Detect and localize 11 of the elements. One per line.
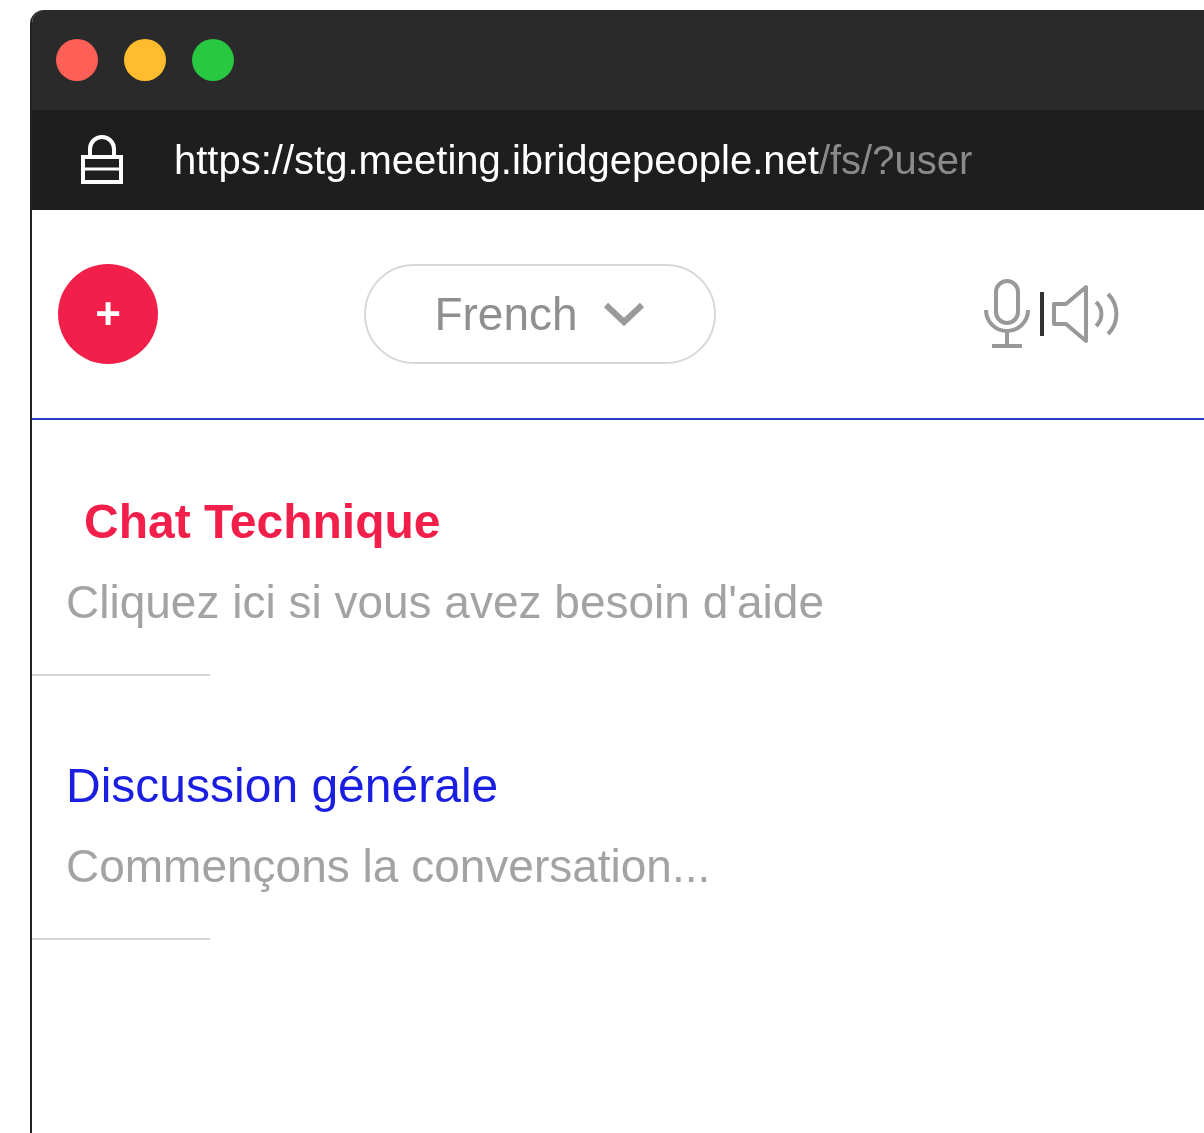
chevron-down-icon: [601, 301, 646, 327]
zoom-button[interactable]: [192, 39, 234, 81]
lock-icon: [80, 135, 124, 185]
language-dropdown[interactable]: French: [364, 264, 716, 364]
minimize-button[interactable]: [124, 39, 166, 81]
add-button[interactable]: +: [58, 264, 158, 364]
chat-title[interactable]: Discussion générale: [32, 756, 1204, 816]
chat-subtitle: Commençons la conversation...: [65, 839, 712, 894]
chat-subtitle: Cliquez ici si vous avez besoin d'aide: [65, 575, 825, 630]
chat-title[interactable]: Chat Technique: [32, 492, 1204, 552]
close-button[interactable]: [56, 39, 98, 81]
